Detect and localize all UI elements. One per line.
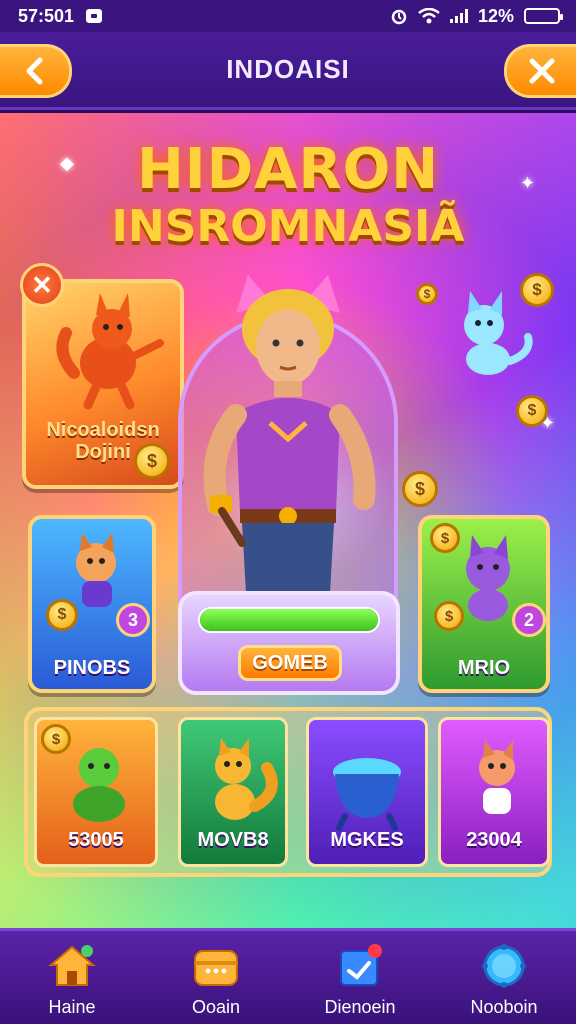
back-button[interactable] [0,44,72,98]
battery-icon [524,8,563,24]
tile-item[interactable]: $ 53005 [34,717,158,867]
tile-item[interactable]: 23004 [438,717,550,867]
wifi-icon [418,8,440,24]
featured-card[interactable]: $ Nicoaloidsn Dojini [22,279,184,489]
status-time: 57:501 [18,5,75,26]
tab-home[interactable]: Haine [0,931,144,1024]
right-card-label: MRIO [457,657,511,679]
tab-label: Haine [48,997,96,1017]
page-title: INDOAISI [226,54,350,84]
tile-item[interactable]: MOVB8 [178,717,288,867]
chest-icon [194,950,238,986]
progress-panel: GOMEB [178,591,400,695]
globe-icon [482,944,526,988]
featured-card-label: Nicoaloidsn Dojini [46,419,160,463]
tab-label: Ooain [191,997,241,1017]
tab-chest[interactable]: Ooain [144,931,288,1024]
signal-icon [449,9,468,23]
home-icon [48,945,96,986]
header: INDOAISI [0,32,576,110]
coin-icon: $ [430,523,460,553]
coin-icon: $ [516,395,548,427]
tiles-row: $ 53005 MOVB8 MGKES 23004 [24,707,552,877]
progress-fill [200,609,378,631]
squirrel-character-icon [215,738,278,820]
coin-icon: $ [402,471,438,507]
hero-title-line2: INSROMNASIÃ [111,201,465,252]
left-character-card[interactable]: $ 3 PINOBS [28,515,156,693]
right-character-card[interactable]: $ $ 2 MRIO [418,515,550,693]
sparkle-icon: ◆ [60,153,74,173]
tile-item[interactable]: MGKES [306,717,428,867]
notification-icon [86,9,103,23]
alarm-icon [391,9,407,25]
cauldron-icon [333,758,401,831]
tile-label: MGKES [330,829,404,851]
tab-calendar[interactable]: Dienoein [288,931,432,1024]
count-badge: 2 [512,603,546,637]
count-badge: 3 [116,603,150,637]
tab-label: Nooboin [470,997,538,1017]
tile-label: 23004 [466,829,522,851]
hero-title-line1: HIDARON [136,137,440,202]
status-bar: 57:501 12% [0,0,576,32]
tab-bar: Haine Ooain Dienoein Nooboin [0,928,576,1024]
tab-globe[interactable]: Nooboin [432,931,576,1024]
cat-character-icon [479,740,515,814]
coin-icon: $ [520,273,554,307]
coin-icon: $ [416,283,438,305]
card-close-button[interactable]: ✕ [20,263,64,307]
sparkle-icon: ✦ [520,173,536,193]
turtle-character-icon [73,748,125,822]
close-button[interactable] [504,44,576,98]
tab-label: Dienoein [324,997,396,1017]
calendar-icon [340,944,382,986]
hero-character-icon [203,275,376,593]
progress-bar [198,607,380,633]
battery-percent: 12% [477,5,514,26]
tile-label: MOVB8 [197,829,269,851]
close-icon [529,58,554,84]
hero-area: HIDARON INSROMNASIÃ ◆ ✦ ✦ ✦ ◆ $ Nicoaloi… [0,113,576,928]
play-button[interactable]: GOMEB [238,645,342,681]
coin-icon: $ [46,599,78,631]
coin-icon: $ [434,601,464,631]
tile-label: 53005 [68,829,124,851]
chevron-left-icon [26,57,42,85]
left-card-label: PINOBS [53,657,131,679]
